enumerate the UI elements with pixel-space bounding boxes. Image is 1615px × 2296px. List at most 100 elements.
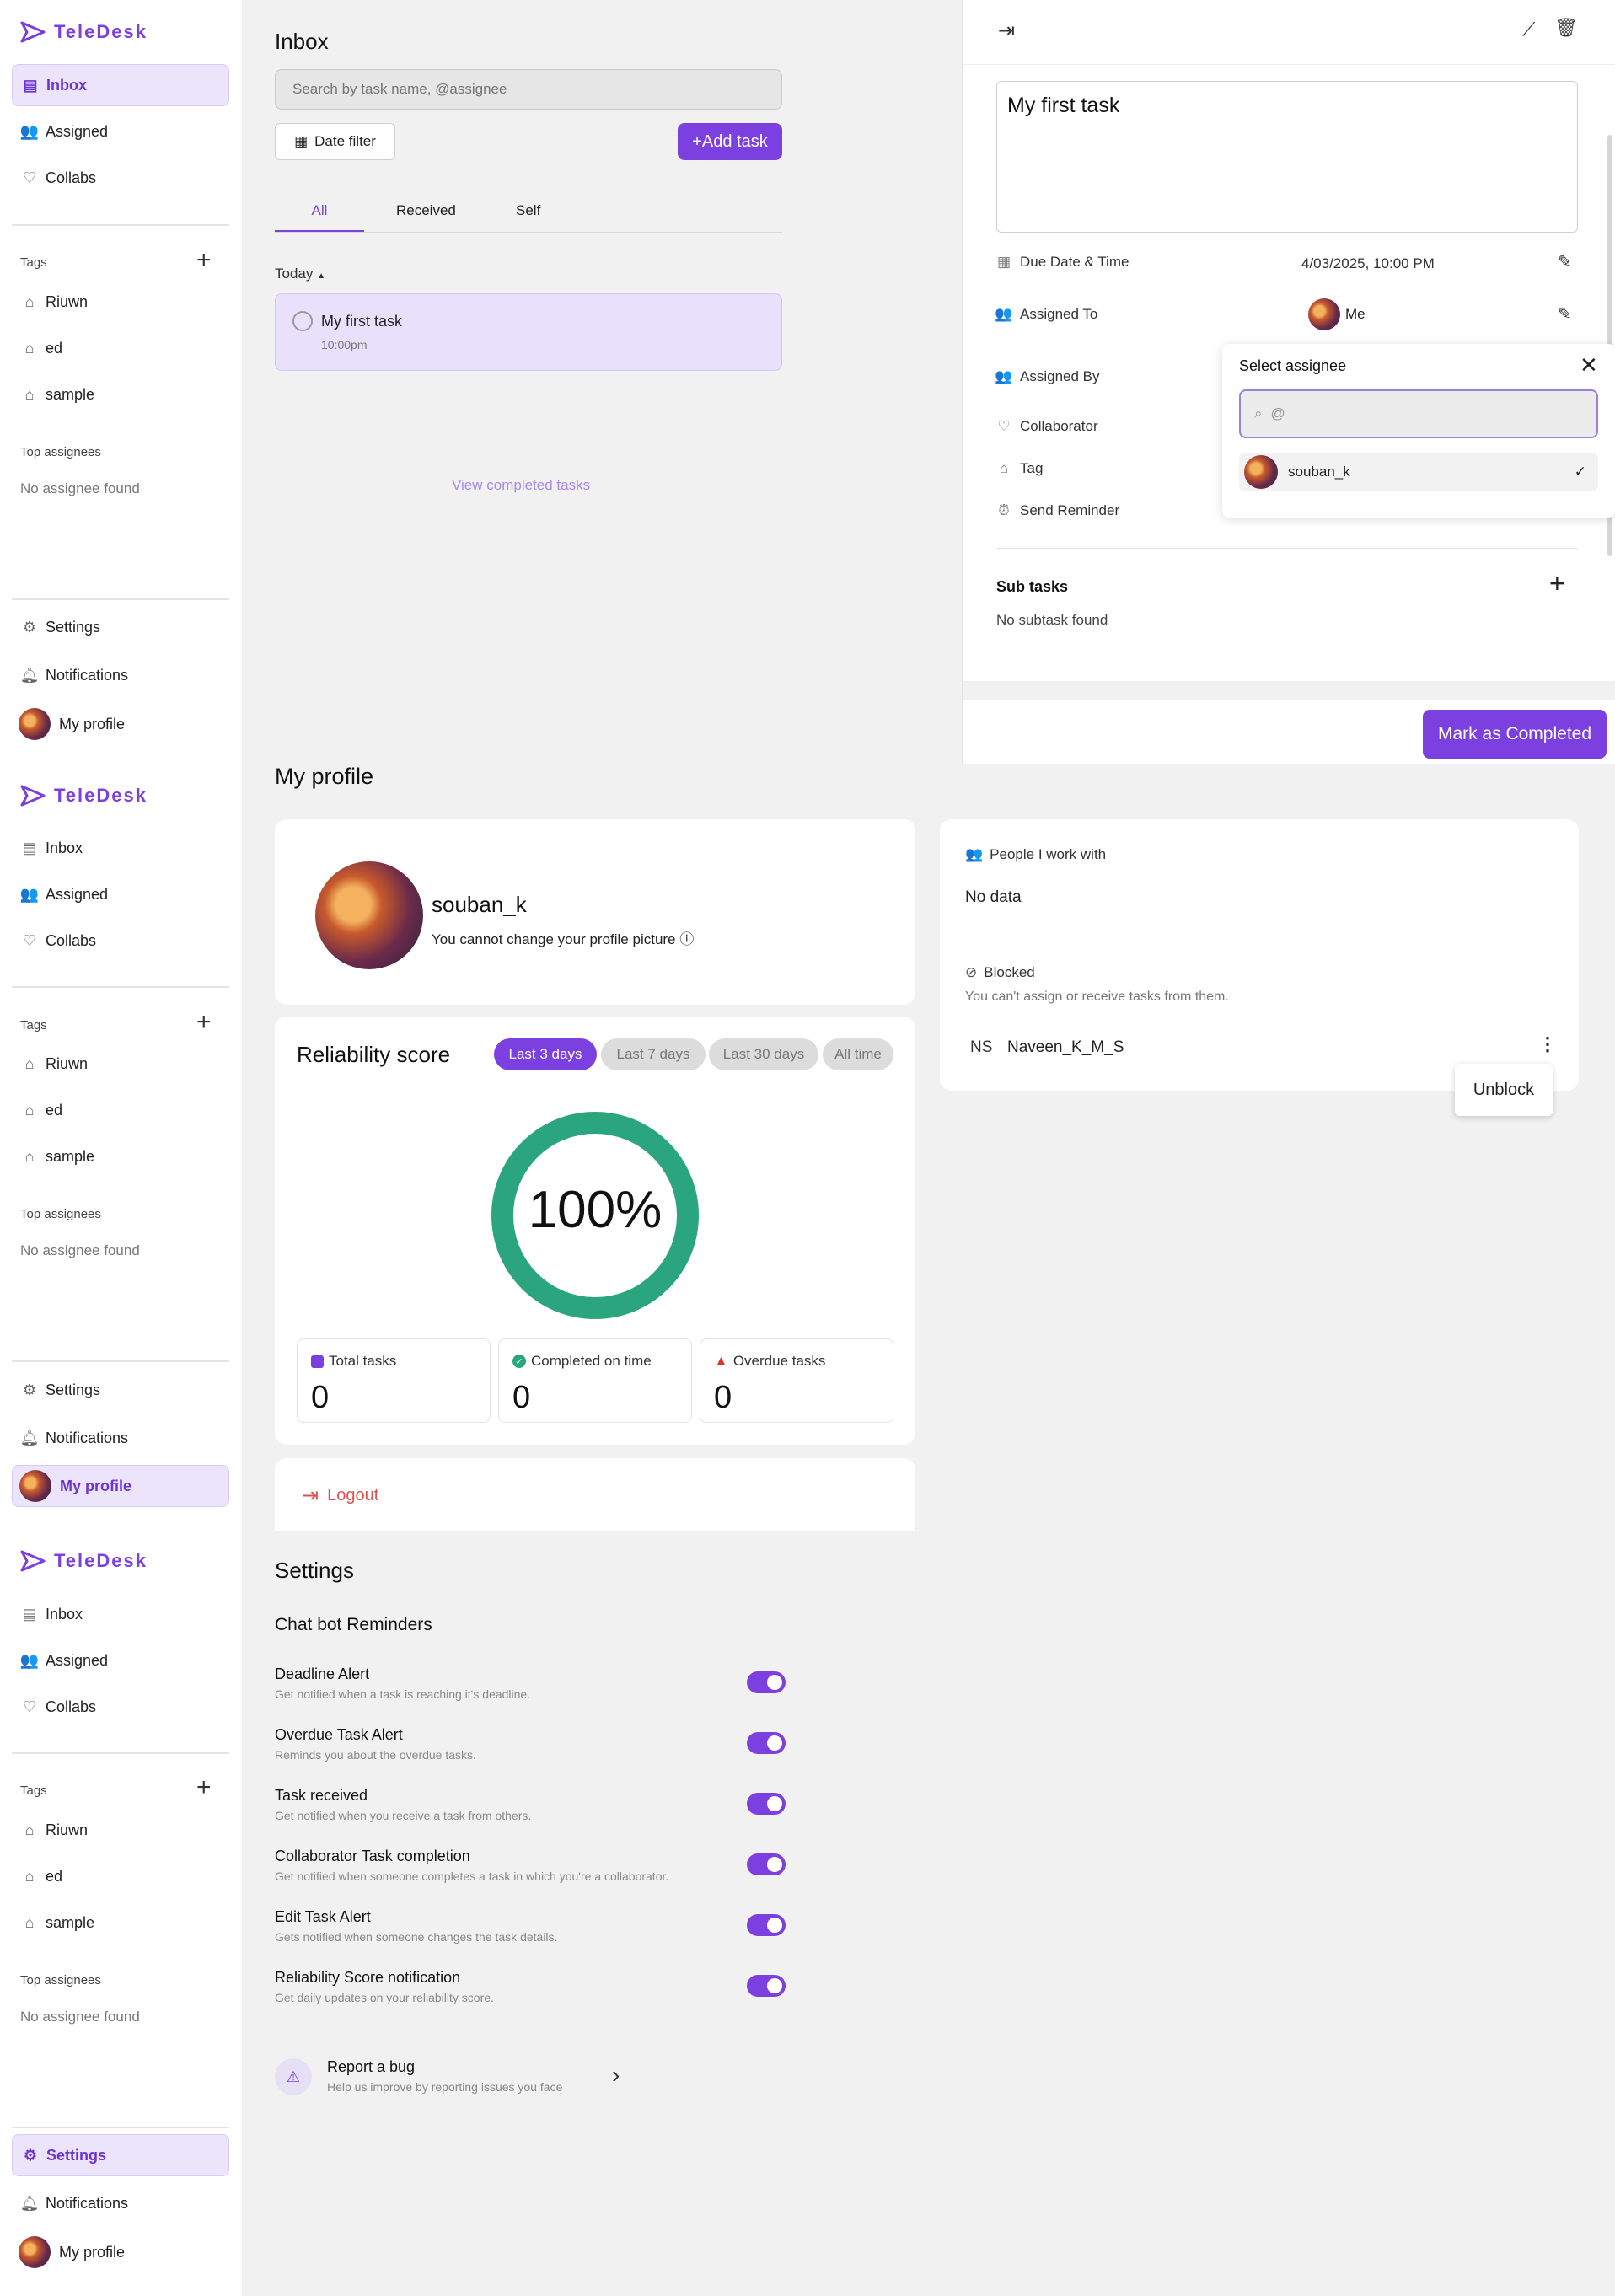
sidebar-tag-riuwn[interactable]: ⌂ Riuwn (12, 281, 229, 323)
search-input[interactable] (275, 69, 782, 110)
trend-icon[interactable]: ⟋ (1522, 19, 1535, 40)
group-today[interactable]: Today ▲ (275, 266, 325, 282)
toggle-collaborator-task-completion[interactable] (747, 1853, 786, 1875)
assignee-option[interactable]: souban_k ✓ (1239, 453, 1598, 491)
sidebar-item-inbox[interactable]: ▤ Inbox (12, 827, 229, 869)
sidebar-inbox-screen: TeleDesk ▤ Inbox 👥 Assigned ♡ Collabs Tags … (0, 0, 242, 764)
more-options-icon[interactable]: ⋮ (1538, 1033, 1557, 1055)
view-completed-link[interactable]: View completed tasks (452, 477, 590, 494)
reliability-score-value: 100% (528, 1181, 663, 1239)
tag-label: Riuwn (46, 1054, 89, 1072)
sidebar-item-settings[interactable]: ⚙ Settings (12, 2134, 229, 2176)
add-tag-button[interactable]: + (196, 248, 212, 273)
sidebar-tag-ed[interactable]: ⌂ ed (12, 1855, 229, 1897)
sidebar-item-label: Settings (46, 1381, 101, 1398)
stat-value: 0 (311, 1380, 330, 1415)
task-title-field[interactable]: My first task (996, 81, 1578, 233)
trash-icon[interactable]: 🗑︎ (1554, 17, 1578, 39)
task-title: My first task (321, 313, 403, 330)
assignee-search-input[interactable]: ⌕ @ (1239, 389, 1598, 438)
divider (12, 598, 229, 600)
alarm-icon: ⏰︎ (998, 502, 1010, 518)
send-reminder-row[interactable]: ⏰︎ Send Reminder (996, 502, 1119, 519)
option-name: souban_k (1288, 464, 1350, 480)
range-all-time[interactable]: All time (823, 1038, 893, 1070)
sidebar-item-assigned[interactable]: 👥 Assigned (12, 1639, 229, 1682)
collaborator-row[interactable]: ♡ Collaborator (996, 418, 1097, 435)
sidebar-item-my-profile[interactable]: My profile (12, 1465, 229, 1507)
add-subtask-button[interactable]: + (1549, 570, 1565, 597)
range-last-7-days[interactable]: Last 7 days (601, 1038, 706, 1070)
info-icon[interactable]: ⓘ (679, 931, 694, 947)
sidebar-item-my-profile[interactable]: My profile (12, 703, 229, 745)
sidebar-tag-ed[interactable]: ⌂ ed (12, 327, 229, 369)
add-task-button[interactable]: +Add task (678, 123, 782, 160)
tag-label: ed (46, 339, 63, 357)
sidebar-item-inbox[interactable]: ▤ Inbox (12, 64, 229, 106)
assigned-by-label: Assigned By (1020, 368, 1100, 384)
app-name: TeleDesk (54, 21, 148, 42)
mark-completed-button[interactable]: Mark as Completed (1423, 710, 1607, 759)
task-checkbox[interactable] (292, 311, 313, 331)
sidebar-item-notifications[interactable]: 🔔︎ Notifications (12, 654, 229, 696)
no-subtask-text: No subtask found (996, 612, 1108, 628)
toggle-reliability-score-notification[interactable] (747, 1975, 786, 1997)
collapse-panel-icon[interactable]: ⇥ (998, 19, 1015, 43)
sidebar-tag-ed[interactable]: ⌂ ed (12, 1089, 229, 1131)
tab-received[interactable]: Received (396, 202, 456, 219)
tab-all[interactable]: All (275, 202, 364, 219)
edit-due-date-icon[interactable]: ✎ (1558, 251, 1572, 272)
sidebar-item-settings[interactable]: ⚙ Settings (12, 1369, 229, 1411)
tag-icon: ⌂ (24, 292, 35, 310)
add-tag-button[interactable]: + (196, 1010, 212, 1035)
group-label: Today (275, 266, 314, 282)
date-filter-button[interactable]: ▦ Date filter (275, 123, 395, 160)
tag-row[interactable]: ⌂ Tag (996, 460, 1044, 477)
close-icon[interactable]: ✕ (1580, 352, 1598, 378)
toggle-edit-task-alert[interactable] (747, 1914, 786, 1936)
tag-icon: ⌂ (24, 1101, 35, 1118)
sidebar-item-settings[interactable]: ⚙ Settings (12, 606, 229, 648)
sidebar-item-inbox[interactable]: ▤ Inbox (12, 1593, 229, 1635)
toggle-task-received[interactable] (747, 1793, 786, 1815)
sidebar-item-assigned[interactable]: 👥 Assigned (12, 873, 229, 915)
sidebar-item-label: My profile (59, 2243, 126, 2261)
sidebar-item-collabs[interactable]: ♡ Collabs (12, 157, 229, 199)
logout-button[interactable]: ⇥ Logout (302, 1483, 378, 1508)
toggle-deadline-alert[interactable] (747, 1671, 786, 1693)
sidebar-item-notifications[interactable]: 🔔︎ Notifications (12, 1417, 229, 1459)
sidebar-tag-sample[interactable]: ⌂ sample (12, 373, 229, 416)
task-card[interactable]: My first task 10:00pm (275, 293, 782, 371)
sidebar-tag-sample[interactable]: ⌂ sample (12, 1135, 229, 1178)
stat-label: Overdue tasks (732, 1353, 826, 1369)
blocked-user-initials: NS (970, 1038, 993, 1056)
users-icon: 👥 (995, 368, 1013, 384)
toggle-overdue-task-alert[interactable] (747, 1732, 786, 1754)
unblock-menu-item[interactable]: Unblock (1455, 1064, 1553, 1116)
assigned-by-row: 👥 Assigned By (995, 368, 1100, 385)
settings-section-title: Chat bot Reminders (275, 1615, 432, 1634)
sidebar-item-collabs[interactable]: ♡ Collabs (12, 1686, 229, 1728)
sidebar-item-collabs[interactable]: ♡ Collabs (12, 920, 229, 962)
stat-total-tasks: Total tasks 0 (297, 1338, 491, 1423)
subtasks-label: Sub tasks (996, 578, 1069, 595)
edit-assignee-icon[interactable]: ✎ (1558, 303, 1572, 325)
bell-icon: 🔔︎ (19, 1429, 40, 1446)
sidebar-item-notifications[interactable]: 🔔︎ Notifications (12, 2182, 229, 2224)
range-last-3-days[interactable]: Last 3 days (494, 1038, 597, 1070)
setting-title: Collaborator Task completion (275, 1848, 470, 1864)
profile-username: souban_k (432, 892, 527, 917)
report-bug-row[interactable]: ⚠ Report a bug Help us improve by report… (275, 2053, 637, 2106)
popup-title: Select assignee (1239, 357, 1347, 374)
add-tag-button[interactable]: + (196, 1775, 212, 1800)
sidebar-tag-sample[interactable]: ⌂ sample (12, 1902, 229, 1944)
sidebar-tag-riuwn[interactable]: ⌂ Riuwn (12, 1809, 229, 1851)
due-label: Due Date & Time (1020, 254, 1129, 270)
tab-self[interactable]: Self (516, 202, 540, 219)
range-last-30-days[interactable]: Last 30 days (709, 1038, 818, 1070)
sidebar-item-my-profile[interactable]: My profile (12, 2231, 229, 2273)
profile-picture-note: You cannot change your profile picture ⓘ (432, 927, 694, 948)
sidebar-item-assigned[interactable]: 👥 Assigned (12, 110, 229, 153)
sidebar-tag-riuwn[interactable]: ⌂ Riuwn (12, 1043, 229, 1085)
assigned-to-row: 👥 Assigned To (995, 306, 1097, 323)
